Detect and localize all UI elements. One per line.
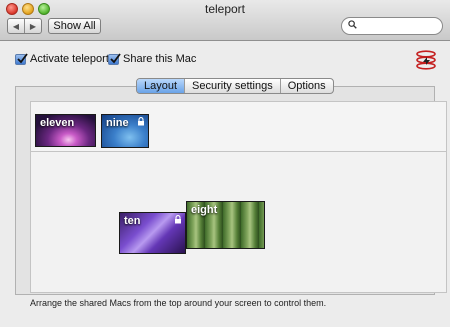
tab-bar: Layout Security settings Options [136, 78, 334, 94]
preferences-window: teleport ◀ ▶ Show All Activate teleport … [0, 0, 450, 327]
tab-layout[interactable]: Layout [137, 79, 185, 93]
activate-teleport-checkbox[interactable]: Activate teleport [15, 52, 109, 65]
activate-teleport-label: Activate teleport [30, 53, 109, 65]
forward-button[interactable]: ▶ [24, 19, 41, 33]
mac-thumbnail-ten[interactable]: ten [119, 212, 186, 254]
mac-name-label: nine [106, 117, 129, 129]
mac-thumbnail-nine[interactable]: nine [101, 114, 149, 148]
share-checkbox-box[interactable] [108, 52, 121, 65]
back-button[interactable]: ◀ [8, 19, 24, 33]
lock-icon [138, 117, 144, 126]
teleport-app-icon [416, 50, 436, 70]
activate-checkbox-box[interactable] [15, 52, 28, 65]
lock-icon [175, 215, 181, 224]
mac-thumbnail-eight[interactable]: eight [186, 201, 265, 249]
window-title: teleport [204, 2, 246, 16]
show-all-button[interactable]: Show All [48, 18, 101, 34]
checkmark-icon [17, 52, 28, 63]
mac-thumbnail-eleven[interactable]: eleven [35, 114, 96, 147]
search-icon [348, 20, 357, 29]
mac-name-label: eight [191, 204, 218, 216]
back-forward-control: ◀ ▶ [7, 18, 42, 34]
tab-options[interactable]: Options [279, 79, 333, 93]
tab-security-settings[interactable]: Security settings [184, 79, 280, 93]
search-field[interactable] [341, 17, 443, 35]
layout-instructions: Arrange the shared Macs from the top aro… [30, 298, 327, 308]
window-toolbar: teleport ◀ ▶ Show All [0, 0, 450, 41]
checkmark-icon [110, 52, 121, 63]
mac-name-label: eleven [40, 117, 75, 129]
mac-name-label: ten [124, 215, 141, 227]
share-this-mac-checkbox[interactable]: Share this Mac [108, 52, 197, 65]
share-this-mac-label: Share this Mac [123, 53, 197, 65]
